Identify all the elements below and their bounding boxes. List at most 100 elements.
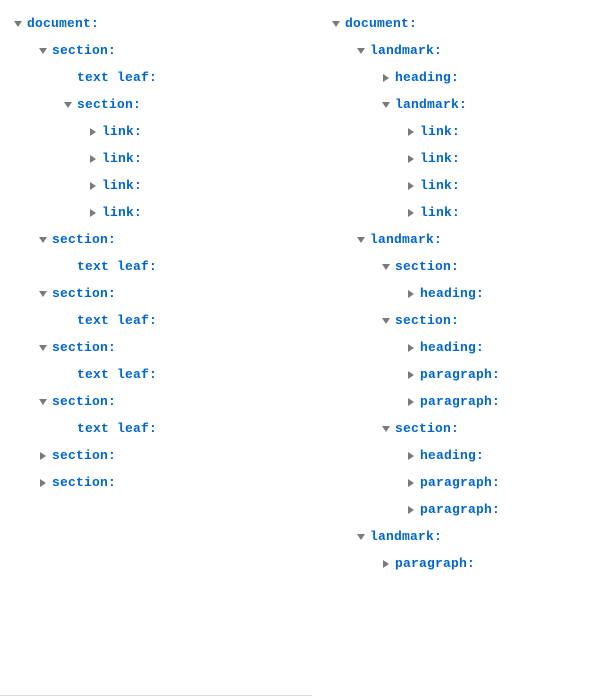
- expand-toggle-icon[interactable]: [355, 234, 367, 246]
- collapse-toggle-icon[interactable]: [380, 72, 392, 84]
- tree-node: section:heading:paragraph:paragraph:: [380, 307, 500, 415]
- collapse-toggle-icon[interactable]: [87, 180, 99, 192]
- tree-row[interactable]: link:: [405, 172, 500, 199]
- tree-node: heading:: [405, 442, 500, 469]
- tree-row[interactable]: section:: [380, 307, 500, 334]
- tree-children: heading:paragraph:paragraph:: [380, 442, 500, 523]
- accessibility-tree-comparison: document:section:text leaf:section:link:…: [0, 0, 595, 587]
- collapse-toggle-icon[interactable]: [37, 450, 49, 462]
- colon: :: [467, 556, 475, 571]
- tree-children: link:link:link:link:: [62, 118, 330, 226]
- tree-row[interactable]: section:: [37, 388, 330, 415]
- colon: :: [476, 286, 484, 301]
- expand-toggle-icon[interactable]: [62, 99, 74, 111]
- tree-row[interactable]: section:: [37, 226, 330, 253]
- tree-row[interactable]: heading:: [405, 280, 500, 307]
- tree-row[interactable]: landmark:: [355, 37, 500, 64]
- tree-row[interactable]: paragraph:: [405, 496, 500, 523]
- tree-row[interactable]: section:: [37, 280, 330, 307]
- tree-node: section:text leaf:section:link:link:link…: [37, 37, 330, 226]
- tree-row[interactable]: section:: [62, 91, 330, 118]
- tree-row[interactable]: section:: [37, 37, 330, 64]
- tree-row[interactable]: link:: [87, 118, 330, 145]
- expand-toggle-icon[interactable]: [37, 288, 49, 300]
- expand-toggle-icon[interactable]: [380, 315, 392, 327]
- tree-row[interactable]: heading:: [405, 442, 500, 469]
- tree-row[interactable]: link:: [405, 118, 500, 145]
- collapse-toggle-icon[interactable]: [405, 369, 417, 381]
- collapse-toggle-icon[interactable]: [87, 126, 99, 138]
- tree-row[interactable]: heading:: [380, 64, 500, 91]
- tree-node: section:text leaf:: [37, 388, 330, 442]
- collapse-toggle-icon[interactable]: [37, 477, 49, 489]
- tree-row[interactable]: heading:: [405, 334, 500, 361]
- colon: :: [149, 367, 157, 382]
- expand-toggle-icon[interactable]: [355, 45, 367, 57]
- colon: :: [108, 286, 116, 301]
- expand-toggle-icon[interactable]: [37, 342, 49, 354]
- colon: :: [134, 178, 142, 193]
- tree-row[interactable]: landmark:: [355, 523, 500, 550]
- expand-toggle-icon[interactable]: [37, 396, 49, 408]
- expand-toggle-icon[interactable]: [37, 45, 49, 57]
- colon: :: [134, 124, 142, 139]
- colon: :: [108, 232, 116, 247]
- expand-toggle-icon[interactable]: [12, 18, 24, 30]
- collapse-toggle-icon[interactable]: [405, 288, 417, 300]
- collapse-toggle-icon[interactable]: [405, 342, 417, 354]
- colon: :: [108, 475, 116, 490]
- collapse-toggle-icon[interactable]: [380, 558, 392, 570]
- tree-row[interactable]: text leaf:: [62, 361, 330, 388]
- tree-node-label: text leaf: [77, 70, 149, 85]
- tree-node: section:heading:: [380, 253, 500, 307]
- tree-row[interactable]: section:: [37, 442, 330, 469]
- expand-toggle-icon[interactable]: [355, 531, 367, 543]
- tree-row[interactable]: text leaf:: [62, 307, 330, 334]
- tree-row[interactable]: document:: [12, 10, 330, 37]
- tree-row[interactable]: section:: [380, 253, 500, 280]
- tree-row[interactable]: link:: [405, 199, 500, 226]
- tree-row[interactable]: paragraph:: [405, 469, 500, 496]
- collapse-toggle-icon[interactable]: [405, 180, 417, 192]
- tree-node-label: section: [52, 394, 108, 409]
- tree-row[interactable]: section:: [37, 469, 330, 496]
- collapse-toggle-icon[interactable]: [405, 207, 417, 219]
- collapse-toggle-icon[interactable]: [87, 153, 99, 165]
- tree-children: heading:paragraph:paragraph:: [380, 334, 500, 415]
- collapse-toggle-icon[interactable]: [405, 450, 417, 462]
- tree-row[interactable]: paragraph:: [405, 388, 500, 415]
- collapse-toggle-icon[interactable]: [405, 153, 417, 165]
- collapse-toggle-icon[interactable]: [405, 504, 417, 516]
- tree-node: link:: [87, 145, 330, 172]
- colon: :: [434, 232, 442, 247]
- tree-row[interactable]: link:: [405, 145, 500, 172]
- tree-row[interactable]: text leaf:: [62, 415, 330, 442]
- tree-row[interactable]: link:: [87, 172, 330, 199]
- tree-row[interactable]: link:: [87, 199, 330, 226]
- tree-children: paragraph:: [355, 550, 500, 577]
- collapse-toggle-icon[interactable]: [405, 396, 417, 408]
- tree-node-label: section: [52, 43, 108, 58]
- expand-toggle-icon[interactable]: [380, 261, 392, 273]
- collapse-toggle-icon[interactable]: [405, 126, 417, 138]
- expand-toggle-icon[interactable]: [330, 18, 342, 30]
- tree-row[interactable]: text leaf:: [62, 253, 330, 280]
- collapse-toggle-icon[interactable]: [405, 477, 417, 489]
- tree-row[interactable]: landmark:: [355, 226, 500, 253]
- tree-node-label: paragraph: [395, 556, 467, 571]
- tree-row[interactable]: landmark:: [380, 91, 500, 118]
- tree-row[interactable]: section:: [380, 415, 500, 442]
- tree-row[interactable]: document:: [330, 10, 500, 37]
- expand-toggle-icon[interactable]: [380, 423, 392, 435]
- tree-row[interactable]: paragraph:: [405, 361, 500, 388]
- tree-row[interactable]: text leaf:: [62, 64, 330, 91]
- tree-node-label: text leaf: [77, 313, 149, 328]
- tree-row[interactable]: section:: [37, 334, 330, 361]
- expand-toggle-icon[interactable]: [37, 234, 49, 246]
- tree-row[interactable]: link:: [87, 145, 330, 172]
- tree-node-label: text leaf: [77, 421, 149, 436]
- collapse-toggle-icon[interactable]: [87, 207, 99, 219]
- tree-row[interactable]: paragraph:: [380, 550, 500, 577]
- expand-toggle-icon[interactable]: [380, 99, 392, 111]
- tree-node: link:: [87, 199, 330, 226]
